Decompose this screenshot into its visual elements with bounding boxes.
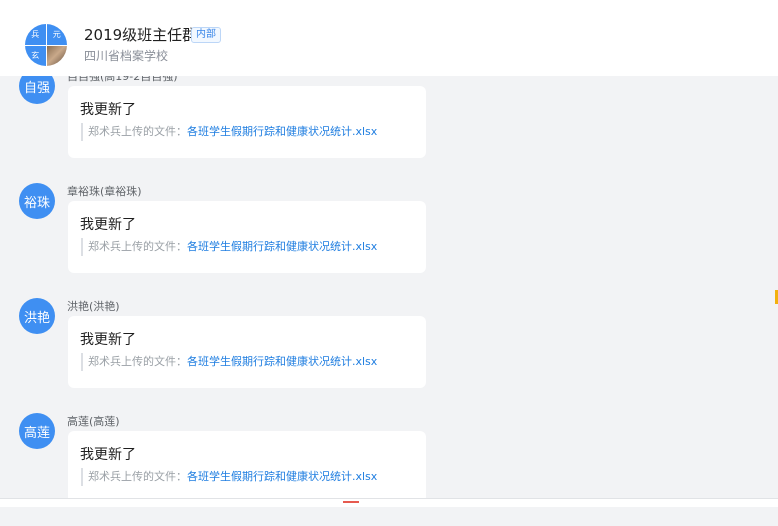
message-text: 我更新了 [80, 217, 136, 233]
message-text: 我更新了 [80, 447, 136, 463]
file-uploader-label: 郑术兵上传的文件： [88, 125, 187, 138]
message-bubble[interactable]: 我更新了 郑术兵上传的文件：各班学生假期行踪和健康状况统计.xlsx [68, 201, 426, 273]
file-link[interactable]: 各班学生假期行踪和健康状况统计.xlsx [187, 240, 377, 253]
file-link[interactable]: 各班学生假期行踪和健康状况统计.xlsx [187, 470, 377, 483]
group-title: 2019级班主任群 [84, 26, 198, 44]
file-uploader-label: 郑术兵上传的文件： [88, 355, 187, 368]
message-bubble[interactable]: 我更新了 郑术兵上传的文件：各班学生假期行踪和健康状况统计.xlsx [68, 431, 426, 503]
group-avatar-member: 兵 [25, 24, 46, 45]
file-reference: 郑术兵上传的文件：各班学生假期行踪和健康状况统计.xlsx [81, 353, 377, 371]
file-link[interactable]: 各班学生假期行踪和健康状况统计.xlsx [187, 355, 377, 368]
message-text: 我更新了 [80, 102, 136, 118]
sender-name: 章裕珠(章裕珠) [67, 185, 142, 198]
file-reference: 郑术兵上传的文件：各班学生假期行踪和健康状况统计.xlsx [81, 238, 377, 256]
message-item: 高莲(高莲) 高莲 我更新了 郑术兵上传的文件：各班学生假期行踪和健康状况统计.… [0, 413, 778, 526]
toolbar-icon-edge[interactable] [343, 501, 359, 503]
group-avatar-member: 玄 [25, 45, 46, 66]
file-link[interactable]: 各班学生假期行踪和健康状况统计.xlsx [187, 125, 377, 138]
file-reference: 郑术兵上传的文件：各班学生假期行踪和健康状况统计.xlsx [81, 468, 377, 486]
message-item: 章裕珠(章裕珠) 裕珠 我更新了 郑术兵上传的文件：各班学生假期行踪和健康状况统… [0, 183, 778, 296]
user-avatar[interactable]: 高莲 [19, 413, 55, 449]
group-avatar[interactable]: 兵 元 玄 [25, 24, 67, 66]
file-reference: 郑术兵上传的文件：各班学生假期行踪和健康状况统计.xlsx [81, 123, 377, 141]
organization-name: 四川省档案学校 [84, 49, 169, 63]
message-item: 洪艳(洪艳) 洪艳 我更新了 郑术兵上传的文件：各班学生假期行踪和健康状况统计.… [0, 298, 778, 411]
file-uploader-label: 郑术兵上传的文件： [88, 240, 187, 253]
group-avatar-member: 元 [46, 24, 67, 45]
message-bubble[interactable]: 我更新了 郑术兵上传的文件：各班学生假期行踪和健康状况统计.xlsx [68, 316, 426, 388]
user-avatar[interactable]: 洪艳 [19, 298, 55, 334]
message-item: 自自强(高19-2自自强) 自强 我更新了 郑术兵上传的文件：各班学生假期行踪和… [0, 68, 778, 181]
chat-header: 兵 元 玄 2019级班主任群 内部 四川省档案学校 [0, 0, 778, 76]
message-text: 我更新了 [80, 332, 136, 348]
message-bubble[interactable]: 我更新了 郑术兵上传的文件：各班学生假期行踪和健康状况统计.xlsx [68, 86, 426, 158]
sender-name: 洪艳(洪艳) [67, 300, 120, 313]
sender-name: 高莲(高莲) [67, 415, 120, 428]
internal-badge: 内部 [191, 27, 221, 43]
file-uploader-label: 郑术兵上传的文件： [88, 470, 187, 483]
group-avatar-photo [46, 45, 67, 66]
user-avatar[interactable]: 裕珠 [19, 183, 55, 219]
